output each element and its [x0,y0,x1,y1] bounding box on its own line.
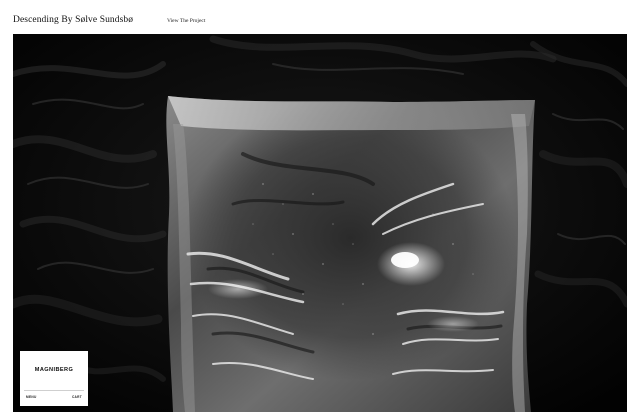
cart-button[interactable]: CART [72,395,82,399]
silver-pillow-image [13,34,627,412]
hero-image [13,34,627,412]
brand-logo[interactable]: MAGNIBERG [20,351,88,389]
brand-card: MAGNIBERG MENU CART [20,351,88,406]
menu-button[interactable]: MENU [26,395,37,399]
site-title[interactable]: Descending By Sølve Sundsbø [13,15,133,25]
view-project-link[interactable]: View The Project [167,18,205,24]
site-header: Descending By Sølve Sundsbø View The Pro… [0,0,640,34]
card-divider [24,390,84,391]
